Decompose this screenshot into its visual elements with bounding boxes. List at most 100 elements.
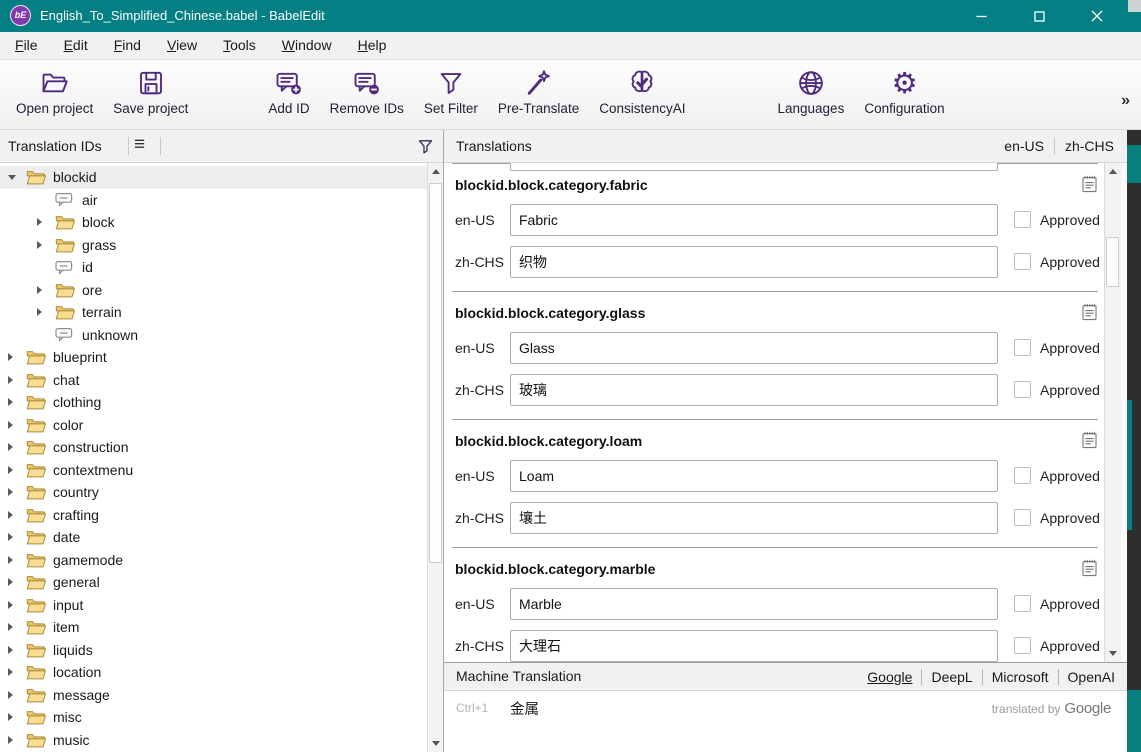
chevron-right-icon[interactable]	[8, 578, 26, 586]
tree-scrollbar-thumb[interactable]	[429, 183, 442, 563]
toolbar-overflow-chevron[interactable]: »	[1121, 92, 1129, 110]
save-project-button[interactable]: Save project	[103, 64, 198, 118]
tree-filter-icon[interactable]	[416, 137, 435, 161]
menu-find[interactable]: Find	[101, 32, 154, 59]
scroll-down-icon[interactable]	[432, 741, 440, 746]
pre-translate-button[interactable]: Pre-Translate	[488, 64, 589, 118]
chevron-right-icon[interactable]	[8, 398, 26, 406]
tree-item-misc[interactable]: misc	[0, 706, 427, 729]
add-id-button[interactable]: Add ID	[258, 64, 319, 118]
translation-suggestion[interactable]: 金属	[510, 698, 539, 719]
menu-view[interactable]: View	[154, 32, 210, 59]
approved-checkbox[interactable]	[1014, 595, 1031, 612]
translation-input[interactable]	[510, 163, 998, 171]
consistency-ai-button[interactable]: ConsistencyAI	[589, 64, 695, 118]
translation-input[interactable]: 织物	[510, 246, 998, 278]
approved-checkbox[interactable]	[1014, 637, 1031, 654]
chevron-right-icon[interactable]	[8, 646, 26, 654]
translation-input[interactable]: 玻璃	[510, 374, 998, 406]
translation-input[interactable]: 壤土	[510, 502, 998, 534]
notes-icon[interactable]	[1082, 431, 1097, 454]
tree-item-grass[interactable]: grass	[0, 234, 427, 257]
translations-scrollbar-thumb[interactable]	[1106, 237, 1119, 287]
translations-scrollbar[interactable]	[1104, 163, 1121, 662]
tab-openai[interactable]: OpenAI	[1059, 669, 1124, 685]
notes-icon[interactable]	[1082, 559, 1097, 582]
tree-item-country[interactable]: country	[0, 481, 427, 504]
approved-checkbox[interactable]	[1014, 381, 1031, 398]
tree-item-ore[interactable]: ore	[0, 279, 427, 302]
chevron-right-icon[interactable]	[37, 218, 55, 226]
minimize-button[interactable]	[952, 0, 1010, 32]
tree-menu-icon[interactable]: ≡	[134, 130, 145, 160]
tree-item-item[interactable]: item	[0, 616, 427, 639]
remove-ids-button[interactable]: Remove IDs	[320, 64, 414, 118]
approved-checkbox[interactable]	[1014, 253, 1031, 270]
tab-microsoft[interactable]: Microsoft	[983, 669, 1058, 685]
tree-item-input[interactable]: input	[0, 594, 427, 617]
chevron-right-icon[interactable]	[8, 511, 26, 519]
scroll-up-icon[interactable]	[1109, 169, 1117, 174]
tree-item-terrain[interactable]: terrain	[0, 301, 427, 324]
tree-item-color[interactable]: color	[0, 414, 427, 437]
tree-item-unknown[interactable]: unknown	[0, 324, 427, 347]
tree-item-construction[interactable]: construction	[0, 436, 427, 459]
set-filter-button[interactable]: Set Filter	[414, 64, 488, 118]
scroll-up-icon[interactable]	[432, 169, 440, 174]
chevron-right-icon[interactable]	[8, 556, 26, 564]
tree-item-id[interactable]: id	[0, 256, 427, 279]
close-button[interactable]	[1068, 0, 1126, 32]
menu-edit[interactable]: Edit	[51, 32, 101, 59]
tree-item-date[interactable]: date	[0, 526, 427, 549]
notes-icon[interactable]	[1082, 175, 1097, 198]
maximize-button[interactable]	[1010, 0, 1068, 32]
chevron-right-icon[interactable]	[8, 488, 26, 496]
menu-tools[interactable]: Tools	[210, 32, 269, 59]
chevron-right-icon[interactable]	[37, 286, 55, 294]
tab-deepl[interactable]: DeepL	[922, 669, 981, 685]
menu-window[interactable]: Window	[269, 32, 345, 59]
approved-checkbox[interactable]	[1014, 211, 1031, 228]
chevron-right-icon[interactable]	[8, 601, 26, 609]
approved-checkbox[interactable]	[1014, 467, 1031, 484]
chevron-right-icon[interactable]	[8, 533, 26, 541]
menu-file[interactable]: File	[2, 32, 51, 59]
tree-item-chat[interactable]: chat	[0, 369, 427, 392]
chevron-right-icon[interactable]	[8, 443, 26, 451]
chevron-right-icon[interactable]	[37, 241, 55, 249]
chevron-right-icon[interactable]	[8, 713, 26, 721]
chevron-right-icon[interactable]	[8, 353, 26, 361]
translation-input[interactable]: Glass	[510, 332, 998, 364]
tree-item-air[interactable]: air	[0, 189, 427, 212]
column-zh-chs[interactable]: zh-CHS	[1055, 138, 1124, 154]
tree-item-contextmenu[interactable]: contextmenu	[0, 459, 427, 482]
chevron-right-icon[interactable]	[8, 691, 26, 699]
tree-item-music[interactable]: music	[0, 729, 427, 752]
chevron-down-icon[interactable]	[8, 175, 26, 180]
translation-input[interactable]: Loam	[510, 460, 998, 492]
open-project-button[interactable]: Open project	[6, 64, 103, 118]
tree-item-blueprint[interactable]: blueprint	[0, 346, 427, 369]
translation-input[interactable]: Fabric	[510, 204, 998, 236]
tree-item-liquids[interactable]: liquids	[0, 639, 427, 662]
translation-input[interactable]: 大理石	[510, 630, 998, 662]
tree-item-message[interactable]: message	[0, 684, 427, 707]
approved-checkbox[interactable]	[1014, 509, 1031, 526]
tree-scrollbar[interactable]	[427, 163, 443, 752]
tree-item-gamemode[interactable]: gamemode	[0, 549, 427, 572]
configuration-button[interactable]: ⚙ Configuration	[854, 64, 954, 118]
chevron-right-icon[interactable]	[8, 623, 26, 631]
languages-button[interactable]: Languages	[768, 64, 855, 118]
tree-item-crafting[interactable]: crafting	[0, 504, 427, 527]
chevron-right-icon[interactable]	[8, 376, 26, 384]
chevron-right-icon[interactable]	[8, 466, 26, 474]
tab-google[interactable]: Google	[858, 669, 921, 685]
chevron-right-icon[interactable]	[8, 421, 26, 429]
menu-help[interactable]: Help	[345, 32, 400, 59]
notes-icon[interactable]	[1082, 303, 1097, 326]
column-en-us[interactable]: en-US	[994, 138, 1054, 154]
tree-item-general[interactable]: general	[0, 571, 427, 594]
tree-item-block[interactable]: block	[0, 211, 427, 234]
chevron-right-icon[interactable]	[8, 736, 26, 744]
approved-checkbox[interactable]	[1014, 339, 1031, 356]
